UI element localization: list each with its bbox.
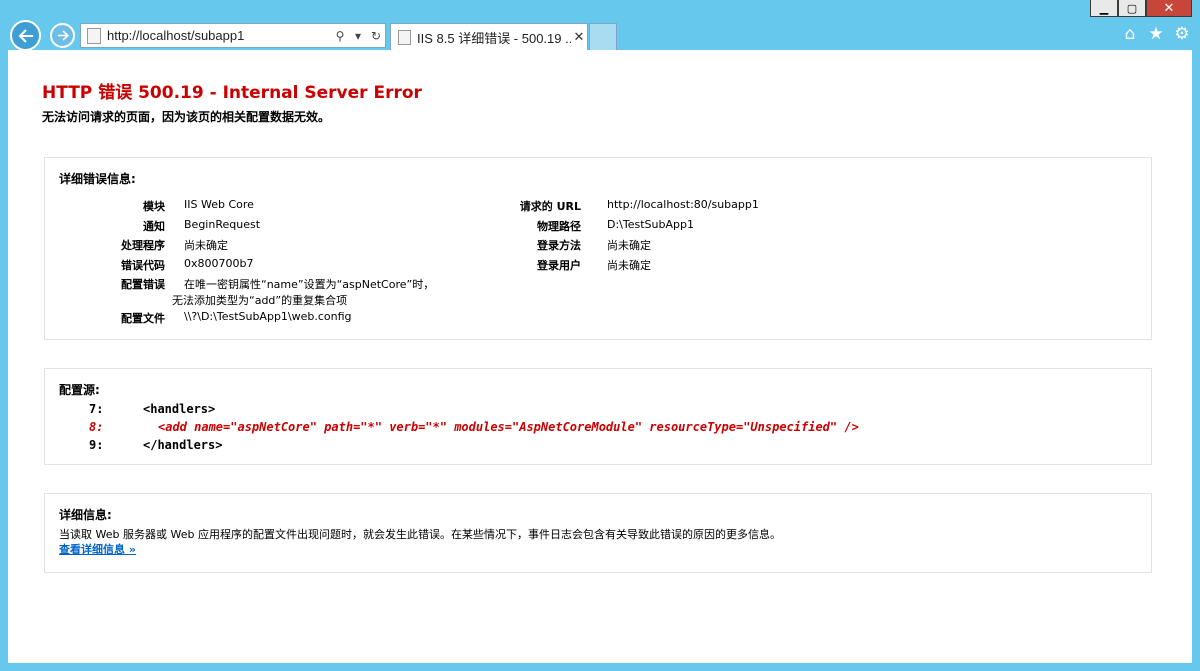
home-icon[interactable]: ⌂ — [1120, 24, 1140, 44]
code-line: <handlers> — [143, 402, 216, 416]
maximize-button[interactable]: ▢ — [1118, 0, 1146, 17]
line-number: 9: — [89, 438, 104, 452]
detail-row: 登录方法 尚未确定 — [461, 237, 651, 253]
detail-key: 处理程序 — [121, 239, 165, 252]
line-number: 8: — [89, 420, 104, 434]
new-tab-button[interactable] — [589, 23, 617, 50]
forward-button[interactable] — [50, 23, 75, 48]
error-title: HTTP 错误 500.19 - Internal Server Error — [42, 83, 422, 103]
detail-row: 错误代码 0x800700b7 — [65, 257, 253, 273]
tab-close-icon[interactable]: ✕ — [571, 30, 587, 45]
browser-frame: ▁ ▢ ✕ http://localhost/subapp1 ⚲ ▾ ↻ IIS… — [0, 0, 1200, 671]
arrow-left-icon — [18, 28, 33, 43]
config-error-line1: 在唯一密钥属性“name”设置为“aspNetCore”时， — [184, 278, 435, 291]
detail-key: 配置错误 — [121, 278, 165, 291]
detail-row: 配置文件 \\?\D:\TestSubApp1\web.config — [65, 310, 352, 326]
detail-value: BeginRequest — [184, 218, 261, 231]
detail-row: 模块 IIS Web Core — [65, 198, 254, 214]
code-line-error: <add name="aspNetCore" path="*" verb="*"… — [158, 420, 859, 434]
tab-page-icon — [398, 29, 411, 45]
section-title: 详细错误信息: — [59, 172, 136, 186]
arrow-right-icon — [57, 30, 69, 41]
detail-value: IIS Web Core — [184, 198, 254, 211]
detail-key: 配置文件 — [121, 312, 165, 325]
address-bar[interactable]: http://localhost/subapp1 ⚲ ▾ ↻ — [80, 23, 386, 48]
detail-key: 请求的 URL — [519, 200, 581, 213]
window-controls: ▁ ▢ ✕ — [1090, 0, 1192, 17]
detail-key: 模块 — [143, 200, 165, 213]
detail-key: 登录方法 — [537, 239, 581, 252]
detail-row: 处理程序 尚未确定 — [65, 237, 228, 253]
close-button[interactable]: ✕ — [1146, 0, 1192, 17]
detail-value: D:\TestSubApp1 — [607, 218, 694, 231]
detail-key: 通知 — [143, 220, 165, 233]
detail-key: 登录用户 — [537, 259, 581, 272]
back-button[interactable] — [10, 20, 41, 51]
detail-row: 配置错误 在唯一密钥属性“name”设置为“aspNetCore”时， 无法添加… — [65, 276, 434, 308]
dropdown-icon[interactable]: ▾ — [349, 29, 367, 43]
detail-row: 物理路径 D:\TestSubApp1 — [461, 218, 694, 234]
search-icon[interactable]: ⚲ — [331, 29, 349, 43]
detail-value: 尚未确定 — [607, 239, 651, 252]
favorites-icon[interactable]: ★ — [1146, 24, 1166, 44]
detail-value: 尚未确定 — [184, 239, 228, 252]
detail-value: http://localhost:80/subapp1 — [607, 198, 759, 211]
refresh-icon[interactable]: ↻ — [367, 29, 385, 43]
page-content: HTTP 错误 500.19 - Internal Server Error 无… — [8, 50, 1192, 663]
code-line: </handlers> — [143, 438, 223, 452]
detail-value: 0x800700b7 — [184, 257, 254, 270]
detailed-error-section: 详细错误信息: 模块 IIS Web Core 通知 BeginRequest … — [44, 157, 1152, 340]
line-number: 7: — [89, 402, 104, 416]
section-title: 详细信息: — [59, 508, 112, 522]
detail-row: 登录用户 尚未确定 — [461, 257, 651, 273]
tab-active[interactable]: IIS 8.5 详细错误 - 500.19 ... ✕ — [390, 23, 588, 50]
detail-value: 尚未确定 — [607, 259, 651, 272]
tab-title: IIS 8.5 详细错误 - 500.19 ... — [417, 30, 571, 46]
detail-key: 错误代码 — [121, 259, 165, 272]
minimize-button[interactable]: ▁ — [1090, 0, 1118, 17]
more-info-text: 当读取 Web 服务器或 Web 应用程序的配置文件出现问题时，就会发生此错误。… — [59, 528, 781, 541]
error-subtitle: 无法访问请求的页面，因为该页的相关配置数据无效。 — [42, 110, 331, 124]
config-source-section: 配置源: 7: <handlers> 8: <add name="aspNetC… — [44, 368, 1152, 465]
address-url[interactable]: http://localhost/subapp1 — [107, 28, 331, 43]
detail-value: 在唯一密钥属性“name”设置为“aspNetCore”时， 无法添加类型为“a… — [172, 276, 435, 308]
more-info-link[interactable]: 查看详细信息 » — [59, 541, 136, 557]
toolbar-right: ⌂ ★ ⚙ — [1120, 24, 1192, 44]
detail-row: 请求的 URL http://localhost:80/subapp1 — [461, 198, 759, 214]
section-title: 配置源: — [59, 383, 100, 397]
page-icon — [87, 27, 101, 44]
more-info-section: 详细信息: 当读取 Web 服务器或 Web 应用程序的配置文件出现问题时，就会… — [44, 493, 1152, 573]
settings-icon[interactable]: ⚙ — [1172, 24, 1192, 44]
detail-value: \\?\D:\TestSubApp1\web.config — [184, 310, 352, 323]
config-error-line2: 无法添加类型为“add”的重复集合项 — [172, 294, 348, 307]
detail-key: 物理路径 — [537, 220, 581, 233]
detail-row: 通知 BeginRequest — [65, 218, 260, 234]
